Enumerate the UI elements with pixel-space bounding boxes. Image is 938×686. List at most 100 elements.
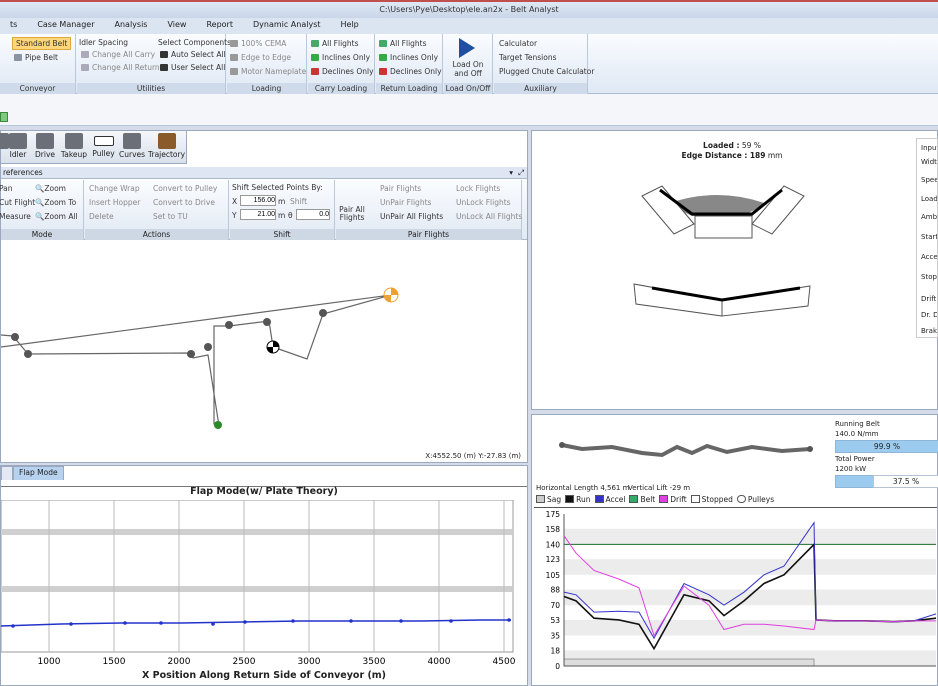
user-select-all-button[interactable]: User Select All [160, 63, 225, 72]
pair-all-flights-button[interactable]: Pair All Flights [339, 206, 365, 222]
motor-nameplate-button[interactable]: Motor Nameplate [230, 67, 306, 76]
pulley-node[interactable] [187, 350, 195, 358]
load-on-off-button[interactable]: Load On and Off [452, 60, 484, 78]
unlock-flights-button[interactable]: UnLock Flights [456, 198, 511, 207]
menu-tools[interactable]: ts [0, 18, 27, 34]
convert-to-pulley-button[interactable]: Convert to Pulley [153, 184, 217, 193]
edge-unit: mm [767, 151, 783, 160]
carry-inclines-button[interactable]: Inclines Only [311, 53, 370, 62]
legend-drift[interactable]: Drift [659, 495, 687, 504]
shift-button[interactable]: Shift [290, 197, 307, 206]
document-strip [0, 94, 938, 126]
tool-idler[interactable]: Idler [7, 131, 29, 164]
delete-button[interactable]: Delete [89, 212, 114, 221]
unpair-flights-button[interactable]: UnPair Flights [380, 198, 431, 207]
legend-belt[interactable]: Belt [629, 495, 655, 504]
change-wrap-button[interactable]: Change Wrap [89, 184, 140, 193]
side-label: Drift [921, 295, 937, 303]
return-all-flights-button[interactable]: All Flights [379, 39, 427, 48]
pan-button[interactable]: Pan [0, 184, 13, 193]
conveyor-profile-canvas[interactable] [1, 241, 527, 461]
menu-dynamic-analyst[interactable]: Dynamic Analyst [243, 18, 331, 34]
pair-flights-button[interactable]: Pair Flights [380, 184, 421, 193]
tool-drive[interactable]: Drive [33, 131, 57, 164]
dropdown-icon[interactable]: ▾ [509, 167, 513, 179]
lock-flights-button[interactable]: Lock Flights [456, 184, 500, 193]
cema-button[interactable]: 100% CEMA [230, 39, 286, 48]
side-label: Stopp [921, 273, 937, 281]
legend-stopped-label: Stopped [701, 495, 733, 504]
pipe-belt-button[interactable]: Pipe Belt [14, 53, 58, 62]
return-inclines-button[interactable]: Inclines Only [379, 53, 438, 62]
unpair-all-flights-button[interactable]: UnPair All Flights [380, 212, 443, 221]
edge-value: 189 [749, 151, 766, 160]
running-belt-label: Running Belt [835, 420, 880, 428]
add-tab-icon[interactable] [0, 112, 8, 122]
tool-takeup[interactable]: Takeup [60, 131, 88, 164]
edge-to-edge-button[interactable]: Edge to Edge [230, 53, 291, 62]
set-to-tu-button[interactable]: Set to TU [153, 212, 188, 221]
tool-trajectory[interactable]: Trajectory [148, 131, 185, 164]
pulley-node[interactable] [204, 343, 212, 351]
carry-all-flights-button[interactable]: All Flights [311, 39, 359, 48]
horizontal-length: Horizontal Length 4,561 m [536, 484, 630, 492]
pulley-node[interactable] [263, 318, 271, 326]
change-all-carry-button[interactable]: Change All Carry [81, 50, 155, 59]
legend-pulleys-label: Pulleys [747, 495, 775, 504]
target-tensions-button[interactable]: Target Tensions [499, 53, 557, 62]
side-label: Brake [921, 327, 937, 335]
y-tick-label: 35 [550, 632, 560, 641]
convert-to-drive-button[interactable]: Convert to Drive [153, 198, 215, 207]
plugged-chute-button[interactable]: Plugged Chute Calculator [499, 67, 594, 76]
return-icon [81, 64, 89, 71]
auto-select-all-button[interactable]: Auto Select All [160, 50, 226, 59]
shift-y-input[interactable] [240, 209, 276, 220]
menu-analysis[interactable]: Analysis [105, 18, 158, 34]
cut-flight-button[interactable]: Cut Flight [0, 198, 35, 207]
return-declines-label: Declines Only [390, 67, 442, 76]
legend-stopped[interactable]: Stopped [690, 495, 733, 504]
side-label: Speed [921, 176, 937, 184]
zoom-all-button[interactable]: 🔍Zoom All [35, 212, 78, 221]
calculator-button[interactable]: Calculator [499, 39, 537, 48]
pulley-node[interactable] [225, 321, 233, 329]
tool-curves[interactable]: Curves [119, 131, 145, 164]
x-tick-label: 3000 [298, 657, 321, 667]
carry-all-icon [311, 40, 319, 47]
y-tick-label: 158 [546, 525, 561, 534]
legend-sag[interactable]: Sag [536, 495, 561, 504]
return-declines-button[interactable]: Declines Only [379, 67, 442, 76]
tab-flap-mode[interactable]: Flap Mode [13, 466, 64, 480]
zoom-to-button[interactable]: 🔍Zoom To [35, 198, 76, 207]
unlock-all-flights-button[interactable]: UnLock All Flights [456, 212, 522, 221]
tool-partial[interactable] [0, 131, 9, 164]
theta-input[interactable] [296, 209, 330, 220]
belt-swatch [629, 495, 639, 503]
threshold-band-upper [1, 529, 513, 535]
tab-other[interactable] [1, 466, 13, 480]
legend-pulleys[interactable]: Pulleys [736, 495, 775, 504]
insert-hopper-button[interactable]: Insert Hopper [89, 198, 140, 207]
standard-belt-button[interactable]: Standard Belt [12, 37, 72, 50]
return-all-icon [379, 40, 387, 47]
change-all-return-button[interactable]: Change All Return [81, 63, 160, 72]
expand-icon[interactable]: ⤢ [518, 167, 524, 179]
carry-declines-button[interactable]: Declines Only [311, 67, 374, 76]
tool-pulley[interactable]: Pulley [91, 131, 116, 164]
zoom-button[interactable]: 🔍Zoom [35, 184, 66, 193]
legend-accel[interactable]: Accel [594, 495, 625, 504]
x-tick-label: 1000 [38, 657, 61, 667]
pulley-icon [93, 136, 114, 146]
incline-arrow-icon [311, 54, 319, 61]
pulley-node[interactable] [24, 350, 32, 358]
shift-x-input[interactable] [240, 195, 276, 206]
menu-report[interactable]: Report [196, 18, 243, 34]
pulley-node[interactable] [11, 333, 19, 341]
menu-view[interactable]: View [157, 18, 196, 34]
pulley-node[interactable] [319, 309, 327, 317]
takeup-node[interactable] [214, 421, 222, 429]
menu-case-manager[interactable]: Case Manager [27, 18, 104, 34]
legend-run[interactable]: Run [565, 495, 591, 504]
measure-button[interactable]: Measure [0, 212, 31, 221]
menu-help[interactable]: Help [331, 18, 369, 34]
